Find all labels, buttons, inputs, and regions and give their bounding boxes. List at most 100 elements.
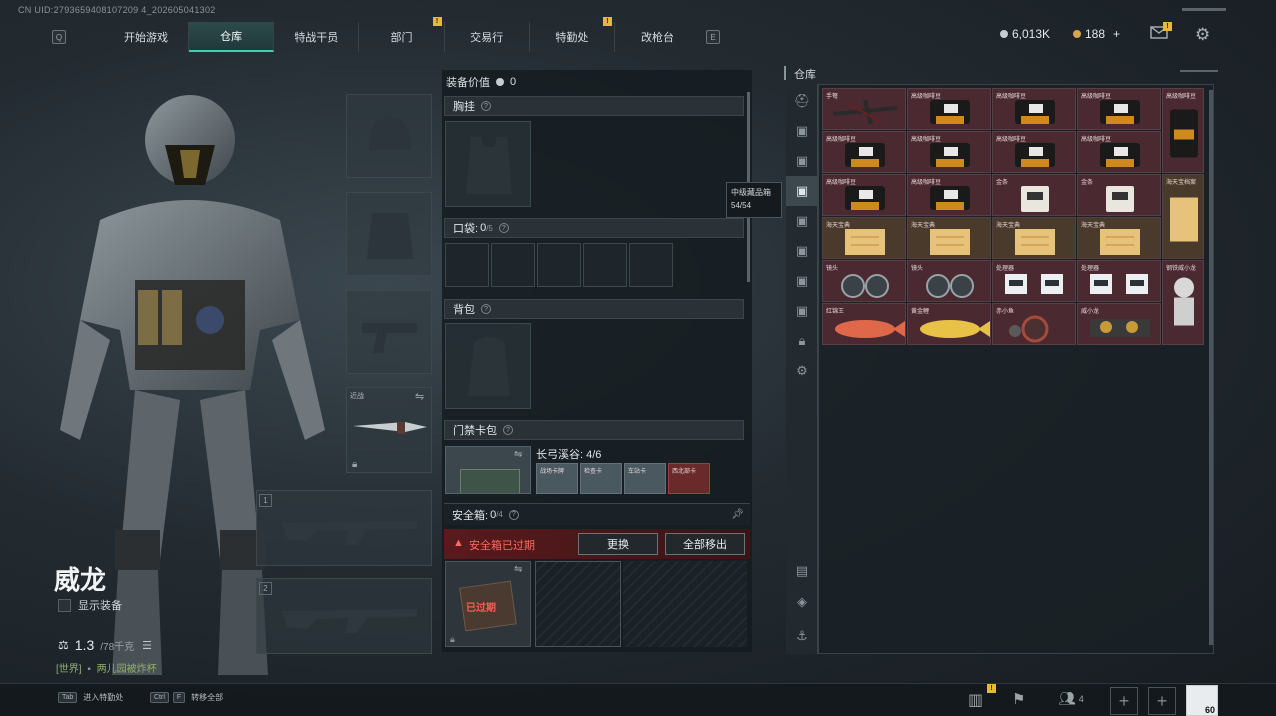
warehouse-item[interactable]: 高级咖啡豆 [822,131,906,173]
settings-gear-icon[interactable]: ⚙ [1195,25,1210,45]
secondary-weapon-slot[interactable]: 2 [256,578,432,654]
invite-slot-button[interactable]: + [1148,687,1176,715]
warehouse-item[interactable]: 高级咖啡豆 [992,131,1076,173]
warehouse-item[interactable]: 钢铁威小龙 [1162,260,1204,345]
add-bond-button[interactable]: + [1113,27,1120,41]
player-avatar[interactable]: 60 [1186,685,1218,716]
tab-special-ops[interactable]: 特勤处! [530,17,615,52]
safe-box-slot[interactable]: ⇋ 已过期 🔒︎ [445,561,531,647]
warehouse-item[interactable]: 高级咖啡豆 [907,131,991,173]
warehouse-item[interactable]: 高级咖啡豆 [1162,88,1204,173]
hint-special-ops[interactable]: Tab 进入特勤处 [58,692,123,703]
helmet-slot[interactable] [346,94,432,178]
armor-slot[interactable] [346,192,432,276]
box-icon-active[interactable]: ▣ [786,176,818,206]
layers-icon[interactable]: ◈ [786,587,818,617]
pin-icon[interactable]: 📌︎ [731,509,744,520]
box-icon[interactable]: ▣ [786,146,818,176]
warehouse-item[interactable]: 高级咖啡豆 [907,88,991,130]
warehouse-item[interactable]: 手弩 [822,88,906,130]
chat-line[interactable]: [世界] ▪ 两儿园被炸杯 [56,660,157,675]
nav-next-key[interactable]: E [706,30,720,44]
pocket-slot[interactable] [629,243,673,287]
pocket-slot[interactable] [583,243,627,287]
helmet-icon[interactable]: ⛑ [786,86,818,116]
pocket-slot[interactable] [537,243,581,287]
operator-name: 威龙 [54,565,107,595]
safe-box-grid[interactable] [535,561,621,647]
warehouse-item[interactable]: 金条 [992,174,1076,216]
box-icon[interactable]: ▣ [786,296,818,326]
nav-prev-key[interactable]: Q [52,30,66,44]
primary-weapon-slot[interactable]: 1 [256,490,432,566]
warehouse-item[interactable]: 高级咖啡豆 [907,174,991,216]
tab-start-game[interactable]: 开始游戏 [104,22,190,52]
backpack-slot[interactable] [445,323,531,409]
swap-icon[interactable]: ⇋ [514,564,522,575]
warehouse-item[interactable]: 高级咖啡豆 [822,174,906,216]
keycard-item[interactable]: 西北部卡 [668,463,710,494]
warehouse-item[interactable]: 金条 [1077,174,1161,216]
warehouse-item[interactable]: 处理器 [992,260,1076,302]
warehouse-item[interactable]: 镜头 [907,260,991,302]
tab-department[interactable]: 部门! [359,17,445,52]
lock-icon[interactable]: 🔒︎ [786,326,818,356]
warehouse-item[interactable]: 黄金鲤 [907,303,991,345]
keycard-item[interactable]: 战场卡牌 [536,463,578,494]
help-icon[interactable]: ? [508,509,519,520]
swap-icon[interactable]: ⇋ [415,390,424,403]
tab-gunsmith[interactable]: 改枪台 [615,22,700,52]
warehouse-item[interactable]: 镜头 [822,260,906,302]
replace-button[interactable]: 更换 [578,533,658,555]
warehouse-item[interactable]: 赤小鱼 [992,303,1076,345]
tab-operators[interactable]: 特战干员 [274,22,360,52]
warehouse-item[interactable]: 红锦王 [822,303,906,345]
pocket-slot[interactable] [445,243,489,287]
box-icon[interactable]: ▣ [786,116,818,146]
mail-icon[interactable]: ! [1150,22,1172,40]
currency-bonds[interactable]: 188 + [1073,27,1120,41]
warehouse-item[interactable]: 处理器 [1077,260,1161,302]
warehouse-item[interactable]: 威小龙 [1077,303,1161,345]
keycard-item[interactable]: 车站卡 [624,463,666,494]
keycard-item[interactable]: 检查卡 [580,463,622,494]
invite-slot-button[interactable]: + [1110,687,1138,715]
squad-button[interactable]: 👥︎ 4 [1058,690,1084,707]
hint-transfer-all[interactable]: Ctrl F 转移全部 [150,692,223,703]
keycard-wallet-slot[interactable]: ⇋ [445,446,531,494]
pistol-slot[interactable] [346,290,432,374]
coin-icon [496,78,504,86]
flag-icon[interactable]: ⚑ [1012,690,1025,708]
warehouse-item[interactable]: 高级咖啡豆 [1077,131,1161,173]
coin-amount: 6,013K [1012,27,1051,41]
warehouse-item[interactable]: 高级咖啡豆 [992,88,1076,130]
help-icon[interactable]: ? [503,425,513,435]
gear-icon[interactable]: ⚙ [786,356,818,386]
warehouse-item[interactable]: 海天宝档案 [1162,174,1204,259]
tab-trading[interactable]: 交易行 [445,22,530,52]
stats-icon[interactable]: ▥ ! [968,684,998,712]
tab-warehouse[interactable]: 仓库 [189,22,275,52]
help-icon[interactable]: ? [481,101,491,111]
show-equipment-toggle[interactable]: 显示装备 [58,597,122,613]
warehouse-item[interactable]: 海天宝典 [1077,217,1161,259]
swap-icon[interactable]: ⇋ [514,449,522,460]
item-label: 钢铁威小龙 [1166,266,1197,272]
warehouse-item[interactable]: 海天宝典 [822,217,906,259]
anchor-icon[interactable]: ⚓ [786,621,818,651]
remove-all-button[interactable]: 全部移出 [665,533,745,555]
show-equipment-checkbox[interactable] [58,598,71,612]
pocket-slot[interactable] [491,243,535,287]
chest-rig-slot[interactable] [445,121,531,207]
box-icon[interactable]: ▣ [786,236,818,266]
box-icon[interactable]: ▣ [786,206,818,236]
profile-icon[interactable]: ▤ [786,556,818,586]
help-icon[interactable]: ? [498,223,509,233]
warehouse-item[interactable]: 海天宝典 [907,217,991,259]
box-icon[interactable]: ▣ [786,266,818,296]
warehouse-item[interactable]: 海天宝典 [992,217,1076,259]
list-icon[interactable]: ☰ [142,639,152,652]
warehouse-item[interactable]: 高级咖啡豆 [1077,88,1161,130]
help-icon[interactable]: ? [481,304,491,314]
melee-slot[interactable]: 近战 ⇋ 🔒︎ [346,387,432,473]
